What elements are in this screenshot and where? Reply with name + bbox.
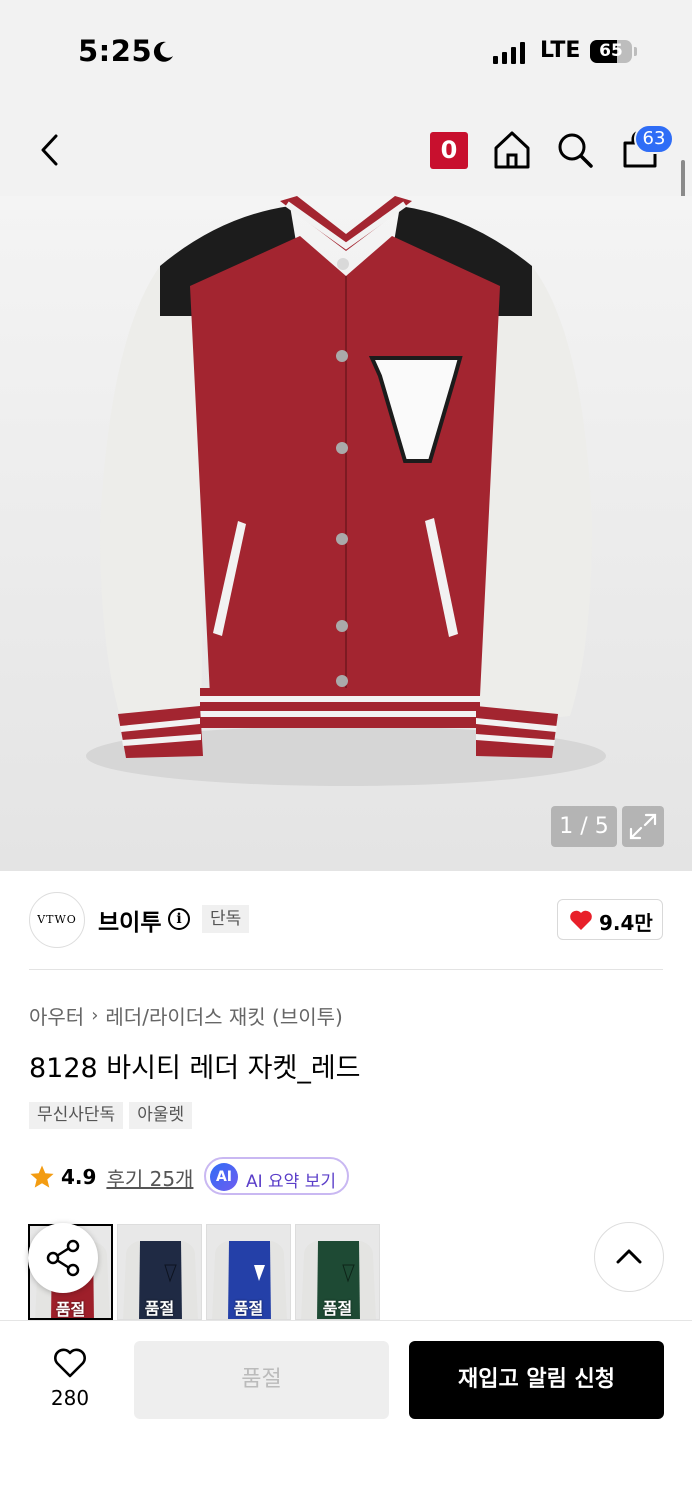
rating-score: 4.9 [61,1165,97,1189]
battery-icon: 65 [590,40,632,63]
chevron-right-icon: › [91,1005,99,1026]
home-icon[interactable] [493,130,531,170]
scroll-top-button[interactable] [594,1222,664,1292]
brand-name[interactable]: 브이투 [98,903,161,937]
cart-count-badge: 63 [634,124,674,154]
signal-icon [493,40,525,64]
ai-summary-label: AI 요약 보기 [246,1172,337,1192]
sold-out-button[interactable]: 품절 [134,1341,389,1419]
sold-out-label: 품절 [144,1299,175,1318]
product-image-gallery[interactable] [0,196,692,871]
product-tags: 무신사단독 아울렛 [29,1102,193,1129]
product-tag: 무신사단독 [29,1102,124,1129]
product-image [86,196,606,786]
exclusive-tag: 단독 [202,905,250,933]
musinsa-o-badge[interactable]: 0 [430,132,468,169]
wishlist-count: 280 [50,1386,90,1410]
share-icon [46,1239,80,1277]
sold-out-label: 품절 [322,1299,353,1318]
brand-like-button[interactable]: 9.4만 [557,899,663,940]
star-icon [30,1165,54,1188]
divider [29,969,663,970]
ai-summary-button[interactable]: AI AI 요약 보기 [204,1157,349,1195]
variant-thumb-navy[interactable]: 품절 [117,1224,202,1320]
variant-thumb-blue[interactable]: 품절 [206,1224,291,1320]
battery-nub [634,47,637,56]
heart-filled-icon [570,910,592,930]
product-title: 8128 바시티 레더 자켓_레드 [29,1053,361,1084]
breadcrumb: 아우터 › 레더/라이더스 재킷 (브이투) [29,1001,343,1030]
product-tag: 아울렛 [129,1102,193,1129]
variant-thumb-green[interactable]: 품절 [295,1224,380,1320]
heart-outline-icon [54,1348,86,1378]
sold-out-label: 품절 [233,1299,264,1318]
battery-level: 65 [599,41,623,61]
share-button[interactable] [28,1223,98,1293]
sold-out-label: 품절 [55,1300,86,1319]
moon-icon [153,41,173,62]
gallery-page-indicator: 1 / 5 [551,806,617,847]
status-time: 5:25 [78,34,153,68]
back-icon[interactable] [38,134,62,166]
brand-logo[interactable]: VTWO [29,892,85,948]
review-count-link[interactable]: 후기 25개 [106,1163,193,1192]
wishlist-button[interactable]: 280 [40,1345,100,1415]
search-icon[interactable] [556,131,594,169]
ai-icon: AI [210,1163,238,1191]
info-icon[interactable]: i [168,908,190,930]
status-bar: 5:25 LTE 65 [0,0,692,100]
expand-image-button[interactable] [622,806,664,847]
network-type: LTE [540,38,581,63]
rating-row: 4.9 후기 25개 [29,1160,193,1194]
brand-like-count: 9.4만 [599,911,653,935]
restock-alert-button[interactable]: 재입고 알림 신청 [409,1341,664,1419]
breadcrumb-category[interactable]: 아우터 [29,1001,84,1030]
breadcrumb-subcategory[interactable]: 레더/라이더스 재킷 (브이투) [105,1001,342,1030]
chevron-up-icon [616,1249,642,1264]
expand-icon [629,813,657,840]
